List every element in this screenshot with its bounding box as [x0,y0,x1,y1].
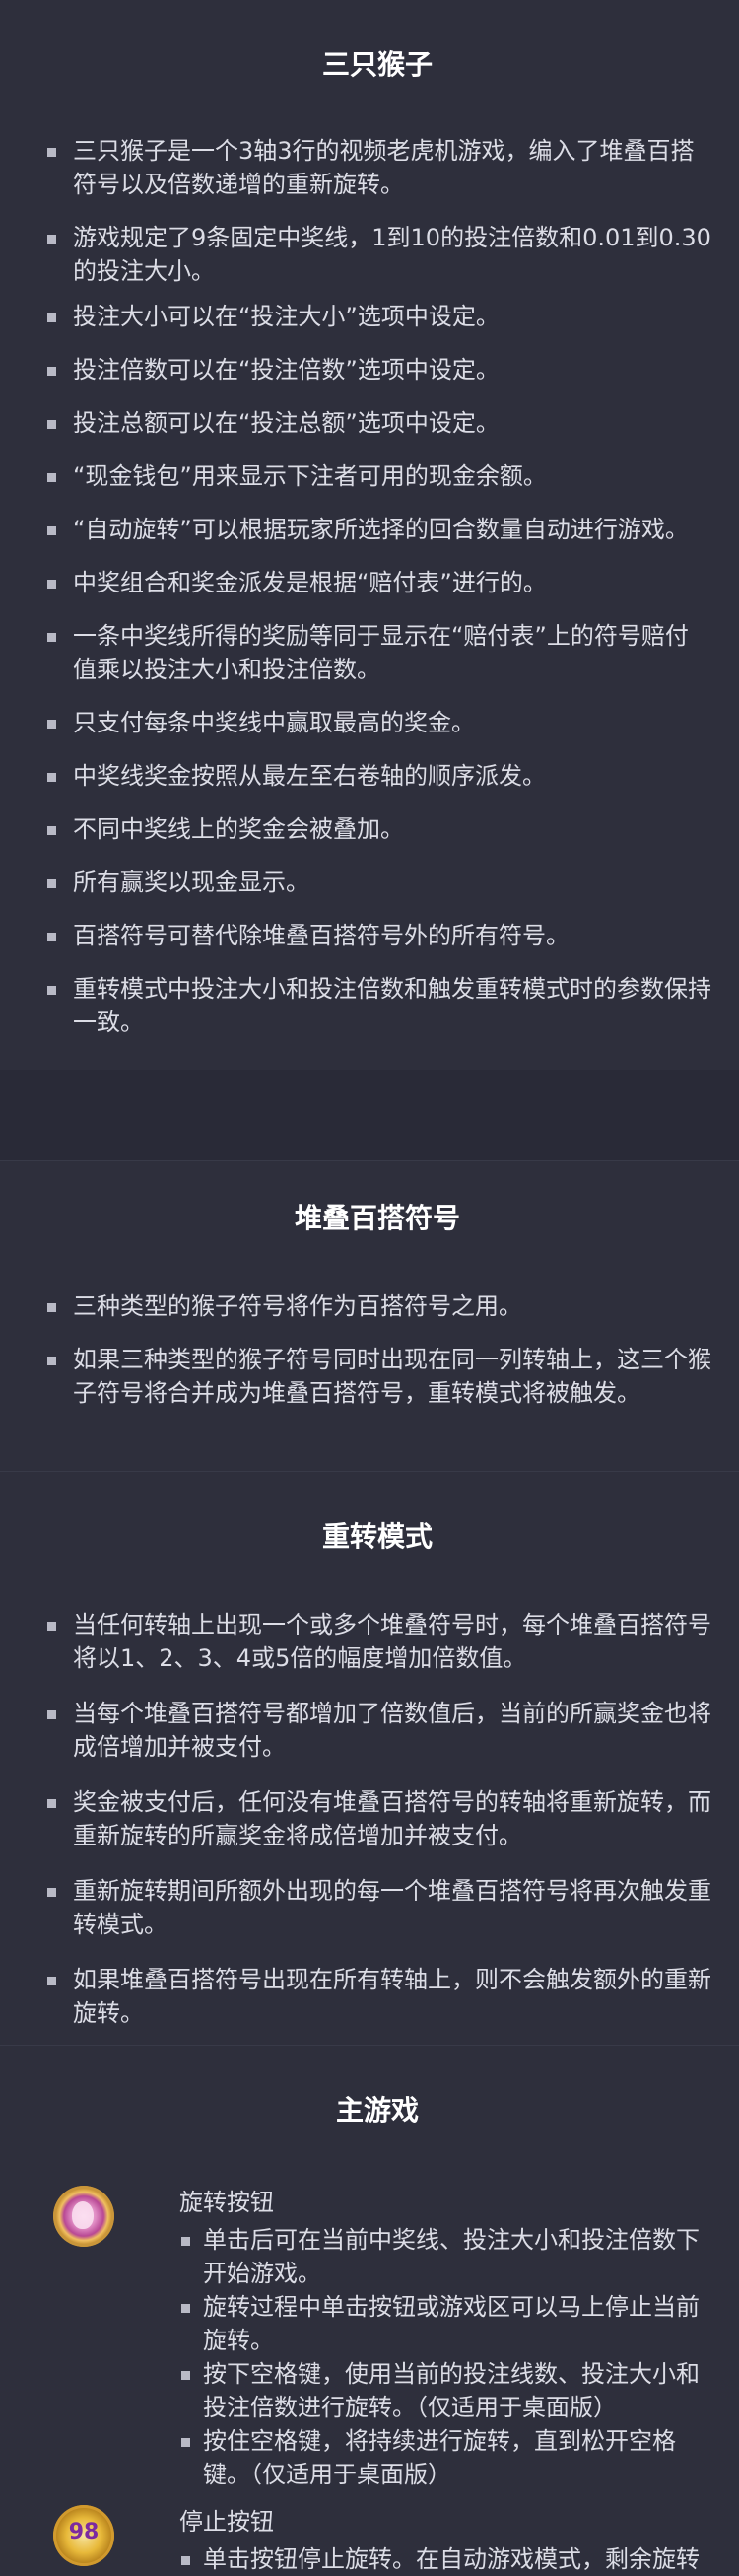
list-item: 重转模式中投注大小和投注倍数和触发重转模式时的参数保持一致。 [43,972,711,1039]
stop-button-title: 停止按钮 [179,2508,274,2536]
list-item: 不同中奖线上的奖金会被叠加。 [43,812,711,846]
section-title-respin: 重转模式 [321,1520,433,1553]
list-item: 旋转过程中单击按钮或游戏区可以马上停止当前旋转。 [179,2290,711,2357]
stop-button-icon-text: 98 [68,2520,100,2544]
section-title-main-game: 主游戏 [335,2094,419,2126]
stacked-wild-section: 堆叠百搭符号 三种类型的猴子符号将作为百搭符号之用。 如果三种类型的猴子符号同时… [0,1160,739,1471]
list-item: 投注倍数可以在“投注倍数”选项中设定。 [43,353,711,386]
game-rules-section: 三只猴子 三只猴子是一个3轴3行的视频老虎机游戏，编入了堆叠百搭符号以及倍数递增… [0,0,739,1070]
list-item: 单击按钮停止旋转。在自动游戏模式，剩余旋转 [179,2542,711,2576]
list-item: 如果堆叠百搭符号出现在所有转轴上，则不会触发额外的重新旋转。 [43,1963,711,2030]
stop-button-icon: 98 [53,2505,114,2566]
list-item: 一条中奖线所得的奖励等同于显示在“赔付表”上的符号赔付值乘以投注大小和投注倍数。 [43,619,711,686]
main-game-section: 主游戏 旋转按钮 单击后可在当前中奖线、投注大小和投注倍数下开始游戏。 旋转过程… [0,2045,739,2573]
spin-button-icon [53,2186,114,2247]
section-title-stacked-wild: 堆叠百搭符号 [294,1202,460,1234]
list-item: 重新旋转期间所额外出现的每一个堆叠百搭符号将再次触发重转模式。 [43,1874,711,1941]
list-item: 如果三种类型的猴子符号同时出现在同一列转轴上，这三个猴子符号将合并成为堆叠百搭符… [43,1343,711,1410]
stop-button-rules-list: 单击按钮停止旋转。在自动游戏模式，剩余旋转 [179,2542,711,2576]
list-item: 投注总额可以在“投注总额”选项中设定。 [43,406,711,440]
list-item: 按下空格键，使用当前的投注线数、投注大小和投注倍数进行旋转。（仅适用于桌面版） [179,2357,711,2424]
list-item: “自动旋转”可以根据玩家所选择的回合数量自动进行游戏。 [43,513,711,546]
list-item: 百搭符号可替代除堆叠百搭符号外的所有符号。 [43,919,711,952]
list-item: 三种类型的猴子符号将作为百搭符号之用。 [43,1289,711,1323]
spin-button-help: 旋转按钮 单击后可在当前中奖线、投注大小和投注倍数下开始游戏。 旋转过程中单击按… [43,2186,711,2491]
list-item: 单击后可在当前中奖线、投注大小和投注倍数下开始游戏。 [179,2223,711,2290]
stop-button-help: 98 停止按钮 单击按钮停止旋转。在自动游戏模式，剩余旋转 [43,2505,711,2576]
list-item: 所有赢奖以现金显示。 [43,866,711,899]
list-item: 奖金被支付后，任何没有堆叠百搭符号的转轴将重新旋转，而重新旋转的所赢奖金将成倍增… [43,1785,711,1852]
list-item: 游戏规定了9条固定中奖线，1到10的投注倍数和0.01到0.30的投注大小。 [43,221,711,288]
list-item: 投注大小可以在“投注大小”选项中设定。 [43,300,711,333]
stacked-wild-rules-list: 三种类型的猴子符号将作为百搭符号之用。 如果三种类型的猴子符号同时出现在同一列转… [43,1289,711,1410]
spin-button-title: 旋转按钮 [179,2189,274,2216]
game-rules-list: 三只猴子是一个3轴3行的视频老虎机游戏，编入了堆叠百搭符号以及倍数递增的重新旋转… [43,134,711,1039]
section-spacer [0,1070,739,1160]
list-item: “现金钱包”用来显示下注者可用的现金余额。 [43,459,711,493]
section-title-game: 三只猴子 [321,48,433,81]
spin-button-rules-list: 单击后可在当前中奖线、投注大小和投注倍数下开始游戏。 旋转过程中单击按钮或游戏区… [179,2223,711,2491]
list-item: 中奖组合和奖金派发是根据“赔付表”进行的。 [43,566,711,599]
respin-section: 重转模式 当任何转轴上出现一个或多个堆叠符号时，每个堆叠百搭符号将以1、2、3、… [0,1471,739,2045]
list-item: 当每个堆叠百搭符号都增加了倍数值后，当前的所赢奖金也将成倍增加并被支付。 [43,1697,711,1764]
list-item: 当任何转轴上出现一个或多个堆叠符号时，每个堆叠百搭符号将以1、2、3、4或5倍的… [43,1608,711,1675]
list-item: 三只猴子是一个3轴3行的视频老虎机游戏，编入了堆叠百搭符号以及倍数递增的重新旋转… [43,134,711,201]
respin-rules-list: 当任何转轴上出现一个或多个堆叠符号时，每个堆叠百搭符号将以1、2、3、4或5倍的… [43,1608,711,2030]
list-item: 只支付每条中奖线中赢取最高的奖金。 [43,706,711,739]
list-item: 按住空格键，将持续进行旋转，直到松开空格键。（仅适用于桌面版） [179,2424,711,2491]
list-item: 中奖线奖金按照从最左至右卷轴的顺序派发。 [43,759,711,793]
